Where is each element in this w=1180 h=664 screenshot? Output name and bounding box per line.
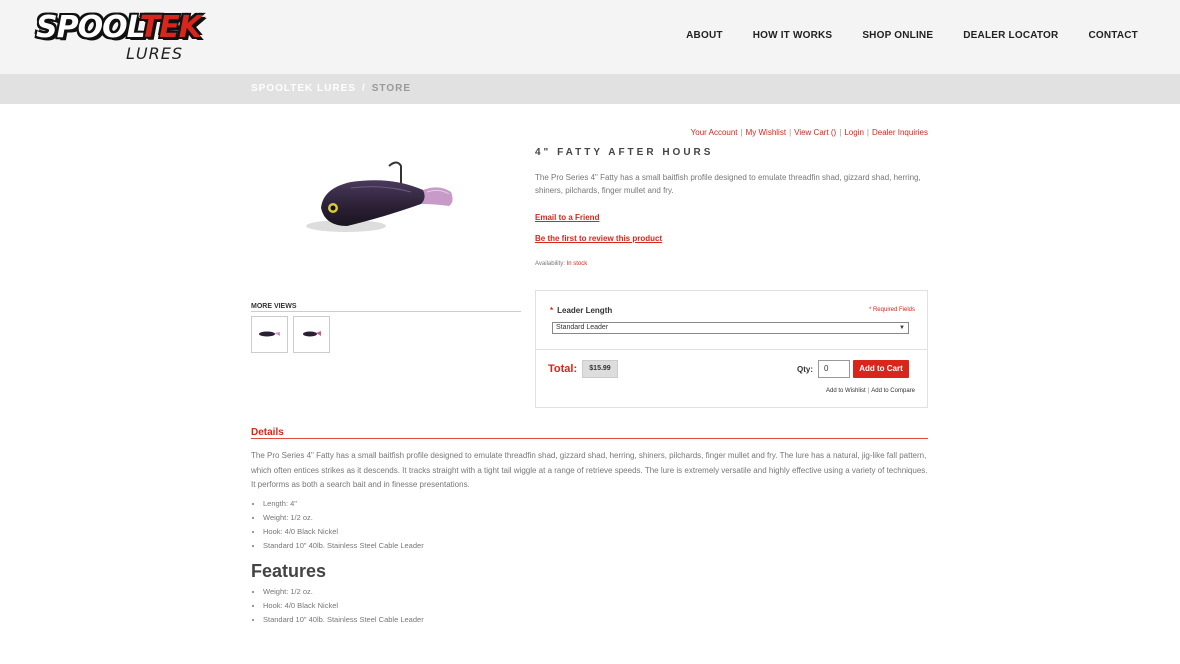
availability-status: In stock — [566, 261, 588, 267]
leader-length-text: Leader Length — [557, 306, 613, 315]
main-nav: ABOUT HOW IT WORKS SHOP ONLINE DEALER LO… — [656, 30, 1138, 41]
thumbnail-2[interactable] — [293, 316, 330, 353]
qty-input[interactable]: 0 — [818, 360, 850, 378]
breadcrumb-current: STORE — [371, 83, 411, 94]
review-link[interactable]: Be the first to review this product — [535, 234, 662, 243]
total-price: $15.99 — [582, 360, 618, 378]
logo-wordmark: SPOOLTEK — [36, 10, 202, 46]
logo-tek-text: TEK — [139, 10, 202, 45]
logo-lures-text: LURES — [126, 44, 184, 63]
product-short-description: The Pro Series 4" Fatty has a small bait… — [535, 173, 921, 195]
more-views-title: MORE VIEWS — [251, 303, 297, 310]
thumbnail-lure-icon — [259, 331, 280, 337]
details-divider — [251, 438, 928, 439]
dealer-inquiries-link[interactable]: Dealer Inquiries — [872, 128, 928, 137]
total-label: Total: — [548, 363, 578, 375]
thumbnail-1[interactable] — [251, 316, 288, 353]
nav-about[interactable]: ABOUT — [686, 30, 723, 41]
chevron-down-icon: ▼ — [899, 325, 905, 331]
link-separator: | — [866, 128, 869, 137]
product-title: 4" FATTY AFTER HOURS — [535, 147, 714, 158]
spooltek-logo[interactable]: SPOOLTEK LURES — [36, 10, 202, 64]
breadcrumb: SPOOLTEK LURES / STORE — [251, 83, 411, 94]
breadcrumb-separator: / — [361, 83, 366, 94]
nav-how-it-works[interactable]: HOW IT WORKS — [753, 30, 833, 41]
product-options-box: * Leader Length * Required Fields Standar… — [535, 290, 928, 408]
list-item: Hook: 4/0 Black Nickel — [263, 525, 424, 539]
add-to-compare-link[interactable]: Add to Compare — [871, 388, 915, 394]
link-separator: | — [789, 128, 792, 137]
view-cart-link[interactable]: View Cart () — [794, 128, 836, 137]
required-fields-note: * Required Fields — [868, 307, 915, 313]
lure-image — [306, 161, 453, 232]
link-separator: | — [839, 128, 842, 137]
breadcrumb-bar: SPOOLTEK LURES / STORE — [0, 74, 1180, 104]
list-item: Hook: 4/0 Black Nickel — [263, 599, 424, 613]
login-link[interactable]: Login — [844, 128, 864, 137]
list-item: Weight: 1/2 oz. — [263, 511, 424, 525]
list-item: Standard 10" 40lb. Stainless Steel Cable… — [263, 539, 424, 553]
breadcrumb-home[interactable]: SPOOLTEK LURES — [251, 83, 356, 94]
more-views-divider — [251, 311, 521, 312]
account-links: Your Account | My Wishlist | View Cart () | Lo… — [691, 128, 928, 137]
qty-label: Qty: — [797, 365, 813, 374]
site-header: SPOOLTEK LURES ABOUT HOW IT WORKS SHOP O… — [0, 0, 1180, 74]
wishlist-compare-links: Add to Wishlist | Add to Compare — [826, 388, 915, 394]
details-heading: Details — [251, 427, 284, 438]
availability-label: Availability: — [535, 261, 565, 267]
leader-length-value: Standard Leader — [556, 324, 609, 331]
leader-length-select[interactable]: Standard Leader ▼ — [552, 322, 909, 334]
list-item: Weight: 1/2 oz. — [263, 585, 424, 599]
product-main-image[interactable] — [251, 126, 521, 278]
add-to-wishlist-link[interactable]: Add to Wishlist — [826, 388, 866, 394]
nav-shop-online[interactable]: SHOP ONLINE — [862, 30, 933, 41]
link-separator: | — [867, 388, 870, 394]
thumbnail-lure-icon — [303, 331, 321, 337]
email-friend-link[interactable]: Email to a Friend — [535, 213, 599, 222]
features-heading: Features — [251, 561, 327, 581]
specs-list: Length: 4" Weight: 1/2 oz. Hook: 4/0 Bla… — [263, 497, 424, 553]
availability: Availability: In stock — [535, 261, 587, 267]
my-wishlist-link[interactable]: My Wishlist — [746, 128, 786, 137]
required-star: * — [550, 306, 554, 315]
features-list: Weight: 1/2 oz. Hook: 4/0 Black Nickel S… — [263, 585, 424, 627]
list-item: Length: 4" — [263, 497, 424, 511]
options-divider — [536, 349, 927, 350]
add-to-cart-button[interactable]: Add to Cart — [853, 360, 909, 378]
nav-dealer-locator[interactable]: DEALER LOCATOR — [963, 30, 1058, 41]
your-account-link[interactable]: Your Account — [691, 128, 738, 137]
leader-length-label: * Leader Length — [550, 306, 612, 315]
nav-contact[interactable]: CONTACT — [1088, 30, 1138, 41]
logo-spool-text: SPOOL — [36, 10, 141, 45]
details-text: The Pro Series 4" Fatty has a small bait… — [251, 451, 928, 489]
link-separator: | — [740, 128, 743, 137]
list-item: Standard 10" 40lb. Stainless Steel Cable… — [263, 613, 424, 627]
